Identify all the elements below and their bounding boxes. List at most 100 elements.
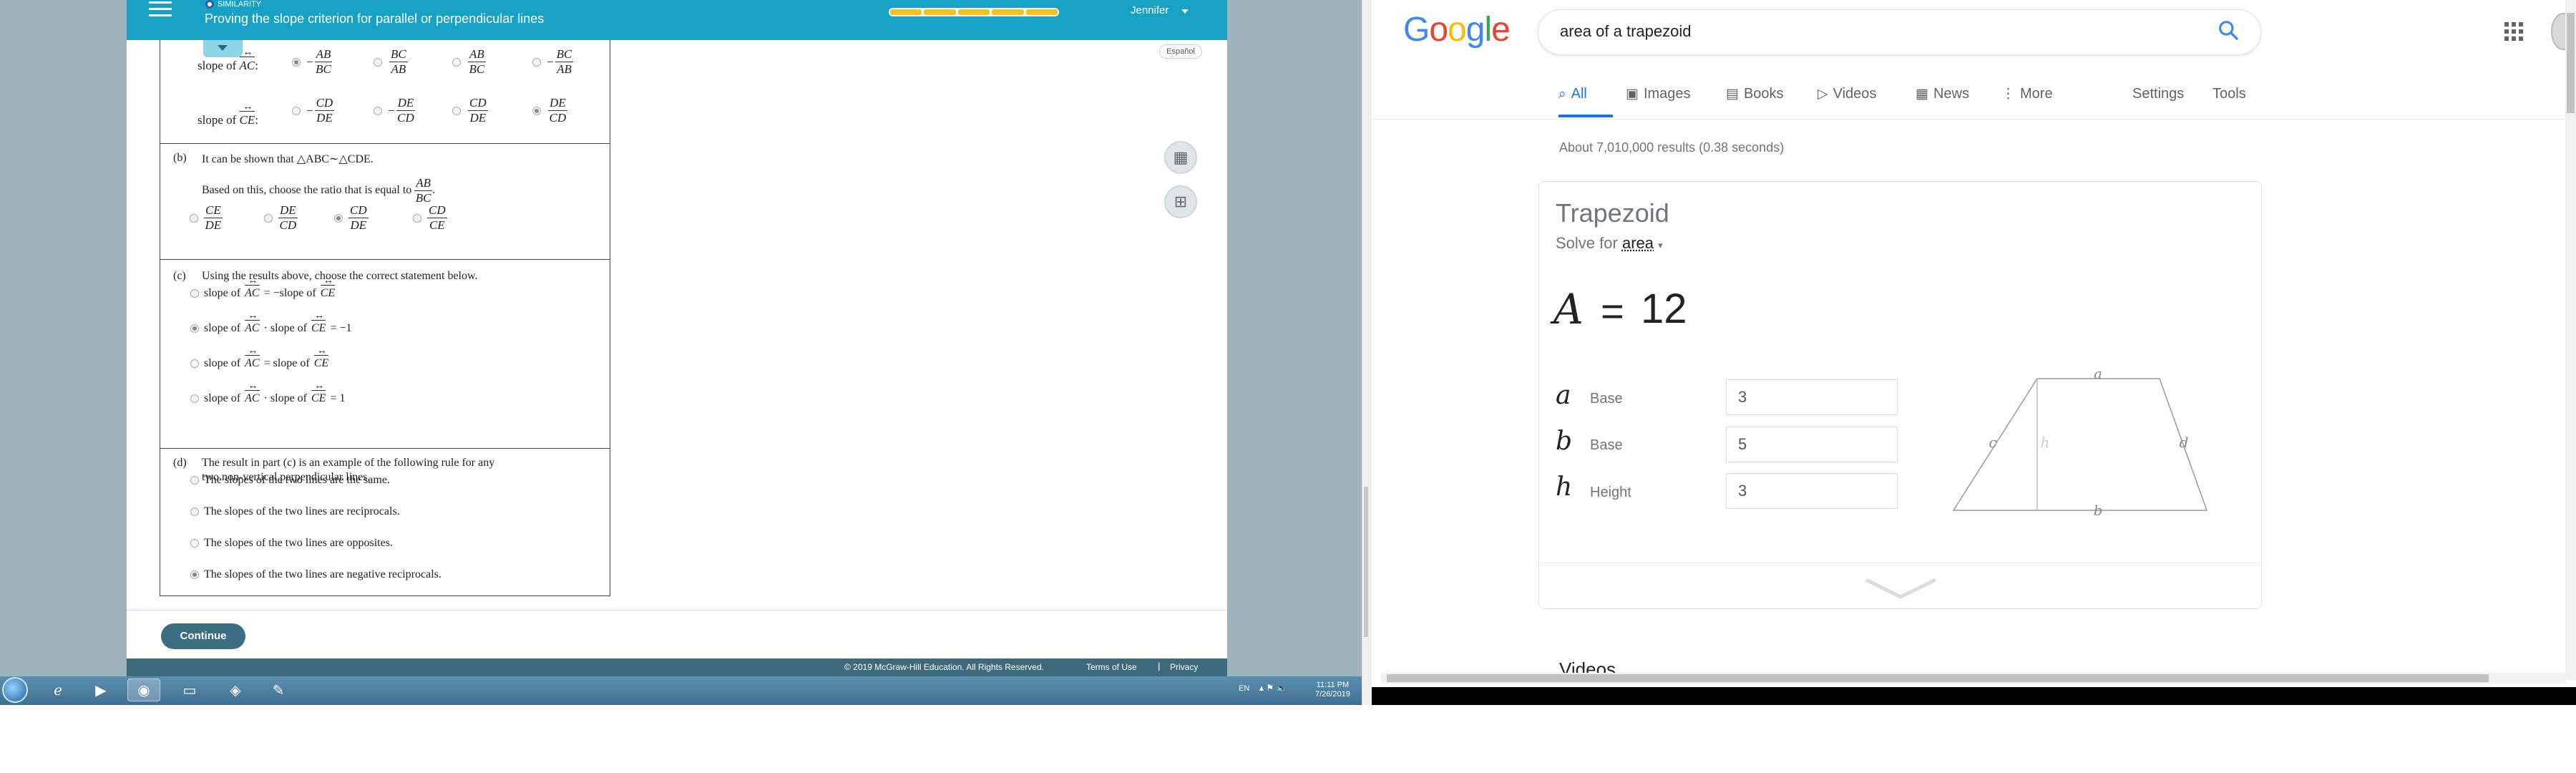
radio-button[interactable] bbox=[190, 324, 199, 333]
terms-of-use-link[interactable]: Terms of Use bbox=[1086, 662, 1137, 672]
answer-option[interactable]: slope of AC= −slope of CE bbox=[204, 276, 343, 300]
radio-button[interactable] bbox=[532, 107, 541, 115]
radio-button[interactable] bbox=[292, 58, 301, 67]
user-menu[interactable]: Jennifer bbox=[1131, 4, 1169, 16]
logo-letter: g bbox=[1465, 11, 1485, 49]
answer-option[interactable]: CE DE bbox=[204, 203, 223, 233]
tray-icons[interactable]: ▴ ⚑ 🔈 bbox=[1259, 683, 1287, 693]
answer-option[interactable]: CD CE bbox=[427, 203, 447, 233]
tools-link[interactable]: Tools bbox=[2212, 86, 2246, 102]
tab-more[interactable]: ⋮ More bbox=[2001, 86, 2053, 102]
option-text: slope of bbox=[204, 357, 241, 369]
answer-option[interactable]: CD DE bbox=[348, 203, 369, 233]
answer-option[interactable]: The slopes of the two lines are reciproc… bbox=[204, 505, 400, 518]
continue-button[interactable]: Continue bbox=[161, 623, 245, 649]
answer-option[interactable]: − DE CD bbox=[388, 96, 416, 125]
search-input[interactable]: area of a trapezoid bbox=[1560, 22, 1691, 41]
answer-option[interactable]: DE CD bbox=[547, 96, 567, 125]
option-line-var: CE bbox=[320, 276, 336, 300]
radio-button[interactable] bbox=[190, 507, 199, 516]
solve-for-value[interactable]: area bbox=[1622, 234, 1654, 252]
answer-option[interactable]: The slopes of the two lines are the same… bbox=[204, 474, 390, 487]
answer-option[interactable]: AB BC bbox=[467, 47, 486, 77]
radio-button[interactable] bbox=[190, 359, 199, 368]
fraction-denominator: AB bbox=[557, 62, 572, 76]
answer-option[interactable]: DE CD bbox=[278, 203, 298, 233]
search-icon[interactable] bbox=[2217, 19, 2240, 42]
answer-option[interactable]: slope of AC= slope ofCE bbox=[204, 346, 337, 370]
chevron-down-icon[interactable] bbox=[1181, 9, 1189, 14]
base-a-input[interactable] bbox=[1726, 379, 1898, 415]
radio-button[interactable] bbox=[334, 214, 343, 223]
answer-option[interactable]: The slopes of the two lines are negative… bbox=[204, 568, 441, 581]
radio-button[interactable] bbox=[264, 214, 273, 223]
radio-button[interactable] bbox=[190, 570, 199, 579]
google-logo[interactable]: Google bbox=[1403, 10, 1511, 49]
apps-grid-icon[interactable] bbox=[2504, 22, 2523, 41]
radio-button[interactable] bbox=[190, 539, 199, 548]
fraction-denominator: DE bbox=[316, 111, 333, 125]
radio-button[interactable] bbox=[190, 289, 199, 298]
radio-button[interactable] bbox=[413, 214, 421, 223]
option-text: = 1 bbox=[330, 392, 346, 404]
calculator-icon[interactable]: ▦ bbox=[1164, 141, 1197, 174]
horizontal-scrollbar-thumb[interactable] bbox=[1387, 674, 2489, 682]
radio-button[interactable] bbox=[292, 107, 301, 115]
diagram-label-c: c bbox=[1989, 434, 1996, 451]
reference-icon[interactable]: ⊞ bbox=[1164, 185, 1197, 218]
app-icon[interactable]: ◈ bbox=[219, 679, 252, 701]
radio-button[interactable] bbox=[374, 107, 382, 115]
radio-button[interactable] bbox=[190, 214, 198, 223]
menu-icon[interactable] bbox=[149, 1, 172, 19]
radio-button[interactable] bbox=[190, 476, 199, 485]
radio-button[interactable] bbox=[452, 107, 461, 115]
option-line-var: CE bbox=[311, 381, 326, 405]
answer-option[interactable]: − AB BC bbox=[306, 47, 333, 77]
clock[interactable]: 11:11 PM 7/26/2019 bbox=[1315, 681, 1350, 699]
option-line-var: AC bbox=[245, 381, 260, 405]
language-indicator[interactable]: EN bbox=[1239, 684, 1249, 693]
espanol-button[interactable]: Español bbox=[1159, 44, 1202, 59]
tab-images[interactable]: ▣ Images bbox=[1626, 86, 1691, 102]
privacy-link[interactable]: Privacy bbox=[1170, 662, 1198, 672]
answer-option[interactable]: BC AB bbox=[388, 47, 408, 77]
firefox-icon[interactable]: ◉ bbox=[127, 679, 160, 701]
diagram-label-a: a bbox=[2094, 369, 2102, 382]
internet-explorer-icon[interactable]: ℯ bbox=[42, 679, 74, 701]
paint-icon[interactable]: ✎ bbox=[262, 679, 295, 701]
answer-option[interactable]: − CD DE bbox=[306, 96, 335, 125]
vertical-scrollbar-thumb[interactable] bbox=[2567, 13, 2575, 113]
tab-books[interactable]: ▤ Books bbox=[1726, 86, 1784, 102]
radio-button[interactable] bbox=[190, 394, 199, 403]
solve-for-label: Solve for bbox=[1556, 234, 1618, 252]
fraction-value: DE CD bbox=[548, 96, 567, 125]
part-c-prompt: Using the results above, choose the corr… bbox=[202, 270, 478, 282]
radio-button[interactable] bbox=[532, 58, 541, 67]
chevron-down-icon[interactable] bbox=[1863, 575, 1938, 601]
tab-all[interactable]: ⌕ All bbox=[1558, 86, 1587, 102]
answer-option[interactable]: The slopes of the two lines are opposite… bbox=[204, 537, 393, 550]
radio-button[interactable] bbox=[374, 58, 382, 67]
variable-h-label: Height bbox=[1590, 485, 1631, 500]
radio-button[interactable] bbox=[452, 58, 461, 67]
answer-option[interactable]: slope of AC· slope of CE = 1 bbox=[204, 381, 349, 405]
media-player-icon[interactable]: ▶ bbox=[84, 679, 117, 701]
tab-label: Videos bbox=[1833, 86, 1877, 102]
settings-link[interactable]: Settings bbox=[2132, 86, 2184, 102]
height-input[interactable] bbox=[1726, 473, 1898, 509]
answer-option[interactable]: CD DE bbox=[467, 96, 488, 125]
option-line-var: AC bbox=[245, 276, 260, 300]
tab-label: Books bbox=[1743, 86, 1784, 102]
split-divider-handle[interactable] bbox=[1364, 487, 1368, 637]
file-explorer-icon[interactable]: ▭ bbox=[173, 679, 206, 701]
base-b-input[interactable] bbox=[1726, 427, 1898, 462]
windows-start-icon[interactable] bbox=[2, 677, 28, 703]
solve-for-selector[interactable]: Solve for area ▾ bbox=[1556, 234, 1663, 253]
tab-news[interactable]: ▦ News bbox=[1916, 86, 1969, 102]
fraction-value: CE DE bbox=[204, 203, 223, 233]
formula-variable: A bbox=[1553, 285, 1584, 334]
tab-videos[interactable]: ▷ Videos bbox=[1818, 86, 1876, 102]
dropdown-arrow-icon[interactable]: ▾ bbox=[1658, 240, 1663, 251]
answer-option[interactable]: slope of AC· slope of CE = −1 bbox=[204, 311, 356, 335]
answer-option[interactable]: − BC AB bbox=[547, 47, 574, 77]
